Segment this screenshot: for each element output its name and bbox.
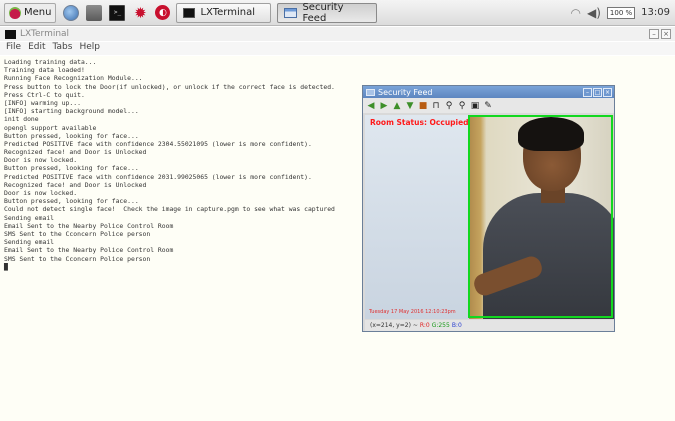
pixel-blue: B:0 [451, 322, 462, 329]
arrow-down-icon[interactable]: ▼ [405, 100, 415, 111]
save-icon[interactable]: ■ [418, 100, 428, 111]
print-icon[interactable]: ⊓ [431, 100, 441, 111]
arrow-left-icon[interactable]: ◀ [366, 100, 376, 111]
room-status: Room Status: Occupied [370, 118, 469, 127]
pin-icon[interactable]: ✎ [483, 100, 493, 111]
window-controls: – □ × [583, 87, 612, 97]
menu-help[interactable]: Help [79, 42, 100, 55]
background-wall [365, 115, 469, 319]
feed-title: Security Feed [378, 87, 433, 97]
files-icon[interactable] [86, 4, 103, 21]
feed-timestamp: Tuesday 17 May 2016 12:10:23pm [369, 309, 456, 315]
task-lxterminal[interactable]: LXTerminal [176, 2, 272, 23]
feed-toolbar: ◀ ▶ ▲ ▼ ■ ⊓ ⚲ ⚲ ▣ ✎ [363, 98, 614, 113]
pixel-coords: (x=214, y=2) ~ [370, 322, 418, 329]
security-feed-window: Security Feed – □ × ◀ ▶ ▲ ▼ ■ ⊓ ⚲ ⚲ ▣ ✎ … [362, 85, 615, 332]
raspberry-pi-icon [9, 6, 21, 19]
terminal-title: LXTerminal [20, 29, 70, 39]
detection-box [468, 115, 613, 318]
window-icon [366, 88, 375, 96]
shield-icon[interactable]: ◐ [155, 5, 171, 20]
window-controls: – × [649, 29, 671, 39]
menu-tabs[interactable]: Tabs [53, 42, 73, 55]
terminal-icon [5, 29, 16, 39]
feed-statusbar: (x=214, y=2) ~ R:0 G:255 B:0 [365, 320, 614, 331]
menu-file[interactable]: File [6, 42, 21, 55]
clock[interactable]: 13:09 [641, 7, 670, 18]
terminal-menubar: File Edit Tabs Help [0, 42, 675, 55]
volume-icon[interactable]: ◀) [587, 6, 601, 20]
task-label: Security Feed [302, 1, 344, 24]
pixel-red: R:0 [419, 322, 430, 329]
menu-button[interactable]: Menu [4, 2, 57, 23]
window-icon [284, 7, 298, 18]
pixel-green: G:255 [431, 322, 450, 329]
terminal-line: Training data loaded! [4, 66, 85, 75]
feed-titlebar[interactable]: Security Feed – □ × [363, 86, 614, 98]
close-icon[interactable]: × [603, 87, 612, 97]
maximize-icon[interactable]: □ [593, 87, 602, 97]
task-security-feed[interactable]: Security Feed [277, 1, 378, 24]
close-icon[interactable]: × [661, 29, 671, 39]
menu-edit[interactable]: Edit [28, 42, 45, 55]
arrow-right-icon[interactable]: ▶ [379, 100, 389, 111]
wifi-icon[interactable]: ◠ [571, 6, 581, 20]
zoom-out-icon[interactable]: ⚲ [457, 100, 467, 111]
taskbar: Menu >_ ✹ ◐ LXTerminal Security Feed ◠ ◀… [0, 0, 675, 26]
system-tray: ◠ ◀) 100 % 13:09 [571, 6, 670, 20]
globe-icon[interactable] [63, 4, 80, 21]
terminal-icon[interactable]: >_ [109, 4, 126, 21]
arrow-up-icon[interactable]: ▲ [392, 100, 402, 111]
menu-label: Menu [24, 7, 52, 18]
zoom-in-icon[interactable]: ⚲ [444, 100, 454, 111]
cpu-monitor[interactable]: 100 % [606, 6, 636, 19]
terminal-titlebar[interactable]: LXTerminal – × [0, 27, 675, 41]
terminal-line: Loading training data... [4, 58, 97, 66]
terminal-line: Running Face Recognization Module... [4, 74, 143, 83]
task-label: LXTerminal [200, 7, 255, 18]
floppy-icon[interactable]: ▣ [470, 100, 480, 111]
minimize-icon[interactable]: – [583, 87, 592, 97]
terminal-icon [183, 7, 196, 18]
minimize-icon[interactable]: – [649, 29, 659, 39]
camera-feed-image: Room Status: Occupied Tuesday 17 May 201… [365, 115, 614, 319]
gear-icon[interactable]: ✹ [132, 4, 148, 22]
